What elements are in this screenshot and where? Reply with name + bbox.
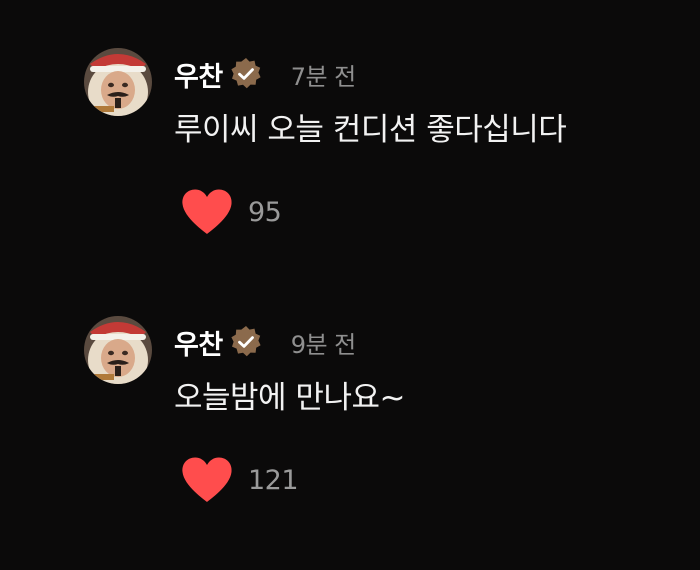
avatar-image xyxy=(84,316,152,384)
avatar-image xyxy=(84,48,152,116)
like-button[interactable]: 121 xyxy=(180,456,299,504)
avatar[interactable] xyxy=(84,48,152,116)
like-button[interactable]: 95 xyxy=(180,188,282,236)
heart-icon[interactable] xyxy=(180,188,234,236)
comment-header: 우찬 9분 전 xyxy=(174,320,356,364)
like-count: 121 xyxy=(248,464,299,496)
comment-text: 오늘밤에 만나요~ xyxy=(174,380,405,416)
comment-text: 루이씨 오늘 컨디션 좋다십니다 xyxy=(174,112,567,148)
heart-icon[interactable] xyxy=(180,456,234,504)
comment-timestamp: 7분 전 xyxy=(290,62,357,91)
verified-check-icon xyxy=(229,325,263,359)
verified-check-icon xyxy=(229,57,263,91)
like-count: 95 xyxy=(248,196,282,228)
username[interactable]: 우찬 xyxy=(174,323,223,362)
username[interactable]: 우찬 xyxy=(174,55,223,94)
avatar[interactable] xyxy=(84,316,152,384)
comment-feed: 우찬 7분 전 루이씨 오늘 컨디션 좋다십니다 95 우찬 9분 전 오늘밤에… xyxy=(0,0,700,570)
comment-header: 우찬 7분 전 xyxy=(174,52,356,96)
comment-timestamp: 9분 전 xyxy=(290,330,357,359)
